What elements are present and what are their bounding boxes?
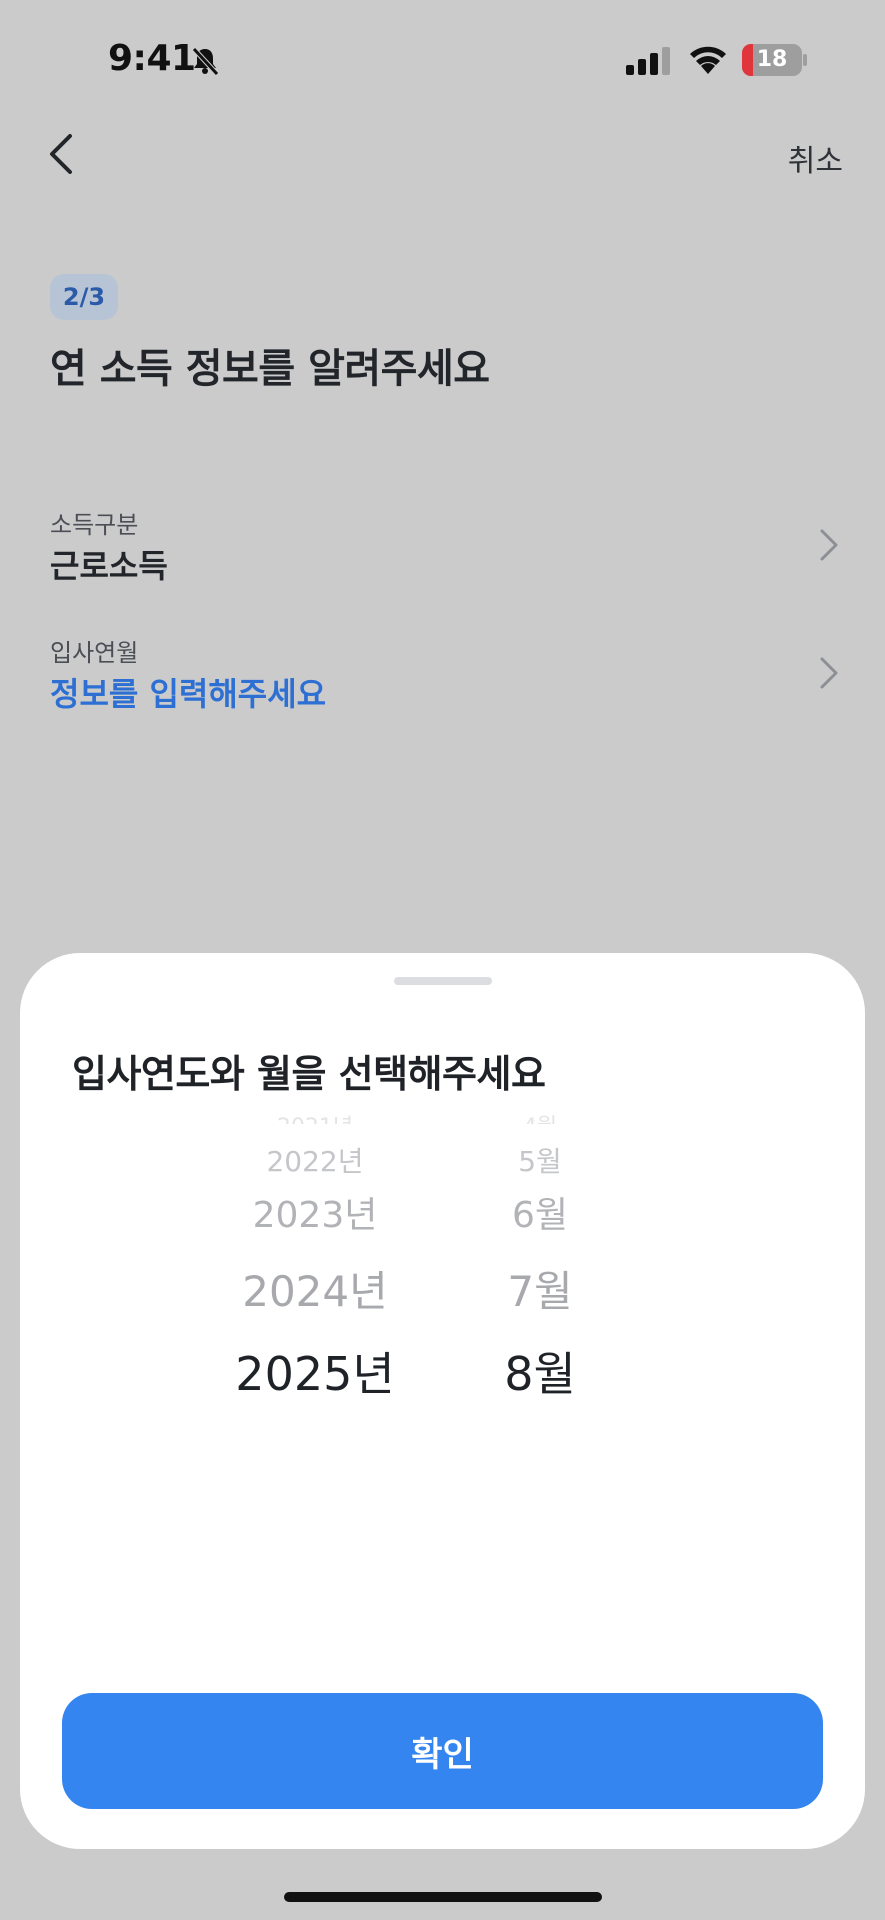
home-indicator[interactable] bbox=[284, 1892, 602, 1902]
selected-month-option[interactable]: 8월 bbox=[470, 1338, 610, 1404]
field-label: 소득구분 bbox=[50, 511, 139, 539]
date-picker-sheet: 입사연도와 월을 선택해주세요 2021년 2022년 2023년 2024년 … bbox=[20, 953, 865, 1849]
month-option[interactable]: 7월 bbox=[470, 1258, 610, 1319]
year-option[interactable]: 2024년 bbox=[190, 1258, 440, 1319]
chevron-right-icon bbox=[820, 529, 838, 561]
chevron-right-icon bbox=[820, 657, 838, 689]
join-date-field[interactable]: 입사연월 정보를 입력해주세요 bbox=[50, 633, 840, 723]
battery-level: 18 bbox=[756, 47, 788, 72]
year-month-picker[interactable]: 2021년 2022년 2023년 2024년 2025년 4월 5월 6월 7… bbox=[20, 1115, 865, 1418]
year-option[interactable]: 2022년 bbox=[190, 1140, 440, 1180]
page-title: 연 소득 정보를 알려주세요 bbox=[50, 346, 490, 392]
battery-cap bbox=[803, 54, 807, 66]
year-option[interactable]: 2021년 bbox=[190, 1114, 440, 1124]
month-option[interactable]: 5월 bbox=[470, 1140, 610, 1180]
field-value: 근로소득 bbox=[50, 547, 168, 585]
month-option[interactable]: 4월 bbox=[470, 1114, 610, 1124]
bell-slash-icon bbox=[192, 47, 219, 76]
wifi-icon bbox=[690, 46, 726, 74]
cancel-button[interactable]: 취소 bbox=[788, 136, 843, 180]
year-option[interactable]: 2023년 bbox=[190, 1186, 440, 1238]
battery-indicator: 18 bbox=[742, 44, 802, 76]
month-wheel[interactable]: 4월 5월 6월 7월 8월 bbox=[470, 1115, 610, 1418]
selected-year-option[interactable]: 2025년 bbox=[190, 1338, 440, 1404]
month-option[interactable]: 6월 bbox=[470, 1186, 610, 1238]
step-badge: 2/3 bbox=[50, 274, 118, 320]
status-time: 9:41 bbox=[108, 38, 196, 79]
year-wheel[interactable]: 2021년 2022년 2023년 2024년 2025년 bbox=[190, 1115, 440, 1418]
field-placeholder: 정보를 입력해주세요 bbox=[50, 675, 327, 713]
back-chevron-icon[interactable] bbox=[46, 132, 76, 176]
cellular-signal-icon bbox=[626, 47, 670, 75]
sheet-drag-handle[interactable] bbox=[394, 977, 492, 985]
field-label: 입사연월 bbox=[50, 639, 139, 667]
sheet-title: 입사연도와 월을 선택해주세요 bbox=[72, 1052, 546, 1096]
income-type-field[interactable]: 소득구분 근로소득 bbox=[50, 505, 840, 595]
confirm-button[interactable]: 확인 bbox=[62, 1693, 823, 1809]
